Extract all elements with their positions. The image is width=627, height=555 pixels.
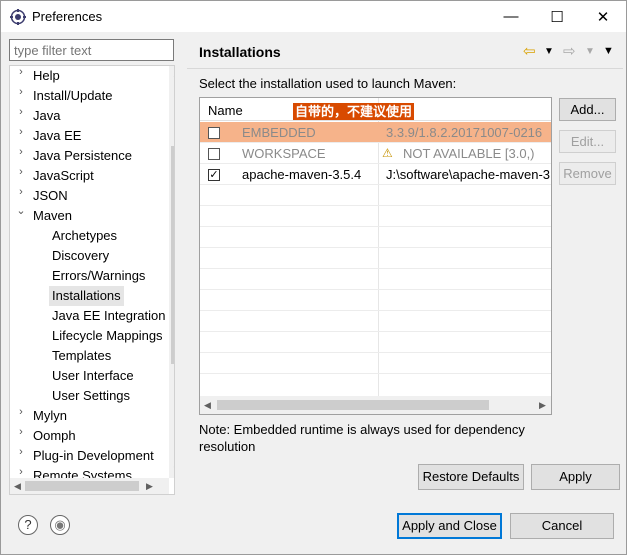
installation-checkbox-checked[interactable]: ✓ [208,169,220,181]
scroll-up-arrow-icon[interactable]: ▲ [172,69,174,79]
tree-horizontal-scrollbar[interactable]: ◀ ▶ [10,478,169,494]
apply-button[interactable]: Apply [531,464,620,490]
tree-vertical-scrollbar[interactable]: ▲ ▼ [169,66,174,478]
expand-arrow-icon[interactable]: › [14,406,28,426]
annotation-label: 自带的，不建议使用 [293,103,415,120]
tree-item-mylyn[interactable]: Mylyn [33,406,67,426]
preferences-tree: › Help › Install/Update › Java › Java EE… [9,65,175,495]
installation-name: WORKSPACE [242,146,326,161]
table-row [200,248,551,269]
tree-item-install-update[interactable]: Install/Update [33,86,113,106]
help-icon[interactable]: ? [18,515,38,535]
add-button[interactable]: Add... [559,98,616,121]
tree-item-oomph[interactable]: Oomph [33,426,76,446]
tree-item-plug-in-development[interactable]: Plug-in Development [33,446,154,466]
tree-vertical-scroll-thumb[interactable] [171,146,174,364]
tree-item-user-interface[interactable]: User Interface [52,366,134,386]
tree-item-archetypes[interactable]: Archetypes [52,226,117,246]
table-row [200,332,551,353]
expand-arrow-icon[interactable]: › [14,166,28,186]
tree-item-java[interactable]: Java [33,106,60,126]
expand-arrow-icon[interactable]: › [14,106,28,126]
table-row-workspace[interactable]: WORKSPACE ⚠ NOT AVAILABLE [3.0,) [200,143,551,164]
apply-and-close-button[interactable]: Apply and Close [397,513,502,539]
tree-item-maven[interactable]: Maven [33,206,72,226]
view-menu-icon[interactable]: ▼ [603,45,614,57]
table-row [200,185,551,206]
import-export-icon[interactable]: ◉ [50,515,70,535]
column-header-name[interactable]: Name [208,103,243,118]
embedded-runtime-note: Note: Embedded runtime is always used fo… [199,422,525,454]
scroll-left-arrow-icon[interactable]: ◀ [14,481,21,492]
table-row [200,269,551,290]
installation-path: NOT AVAILABLE [3.0,) [403,146,535,161]
installations-table: Name EMBEDDED 3.3.9/1.8.2.20171007-0216 … [199,97,552,415]
expand-arrow-icon[interactable]: › [14,446,28,466]
collapse-arrow-icon[interactable]: ⌄ [14,204,28,224]
title-bar: Preferences — ☐ ✕ [1,1,626,32]
tree-item-user-settings[interactable]: User Settings [52,386,130,406]
tree-item-java-ee[interactable]: Java EE [33,126,81,146]
installation-name: EMBEDDED [242,125,316,140]
installation-name: apache-maven-3.5.4 [242,167,362,182]
back-dropdown-icon[interactable]: ▼ [544,46,554,57]
page-header: Installations ⇦ ▼ ⇨ ▼ ▼ [187,37,623,69]
table-horizontal-scrollbar[interactable]: ◀ ▶ [200,396,551,414]
warning-icon: ⚠ [382,146,393,160]
tree-item-errors-warnings[interactable]: Errors/Warnings [52,266,145,286]
page-title: Installations [199,44,281,60]
table-row [200,290,551,311]
tree-item-discovery[interactable]: Discovery [52,246,109,266]
restore-defaults-button[interactable]: Restore Defaults [418,464,524,490]
tree-item-templates[interactable]: Templates [52,346,111,366]
forward-dropdown-icon[interactable]: ▼ [585,46,595,57]
minimize-button[interactable]: — [488,1,534,32]
table-row [200,311,551,332]
scroll-right-arrow-icon[interactable]: ▶ [539,400,546,411]
tree-item-javascript[interactable]: JavaScript [33,166,94,186]
table-row-embedded[interactable]: EMBEDDED 3.3.9/1.8.2.20171007-0216 [200,122,551,143]
maximize-button[interactable]: ☐ [534,1,580,32]
edit-button[interactable]: Edit... [559,130,616,153]
installation-checkbox[interactable] [208,127,220,139]
eclipse-app-icon [10,9,26,25]
scroll-left-arrow-icon[interactable]: ◀ [204,400,211,411]
table-row [200,227,551,248]
remove-button[interactable]: Remove [559,162,616,185]
tree-item-help[interactable]: Help [33,66,60,86]
table-horizontal-scroll-thumb[interactable] [217,400,489,410]
close-button[interactable]: ✕ [580,1,626,32]
tree-item-java-persistence[interactable]: Java Persistence [33,146,132,166]
expand-arrow-icon[interactable]: › [14,86,28,106]
expand-arrow-icon[interactable]: › [14,146,28,166]
table-row [200,353,551,374]
expand-arrow-icon[interactable]: › [14,186,28,206]
table-row [200,206,551,227]
expand-arrow-icon[interactable]: › [14,426,28,446]
tree-item-installations[interactable]: Installations [49,286,124,306]
back-arrow-icon[interactable]: ⇦ [523,42,536,60]
filter-input[interactable] [9,39,174,61]
installation-checkbox[interactable] [208,148,220,160]
tree-item-json[interactable]: JSON [33,186,68,206]
installation-path: 3.3.9/1.8.2.20171007-0216 [386,125,543,140]
window-title: Preferences [32,9,103,24]
table-row-apache-maven[interactable]: ✓ apache-maven-3.5.4 J:\software\apache-… [200,164,551,185]
scroll-right-arrow-icon[interactable]: ▶ [146,481,153,492]
cancel-button[interactable]: Cancel [510,513,614,539]
installation-path: J:\software\apache-maven-3 [386,167,551,182]
tree-item-lifecycle-mappings[interactable]: Lifecycle Mappings [52,326,163,346]
tree-horizontal-scroll-thumb[interactable] [25,481,139,491]
forward-arrow-icon[interactable]: ⇨ [563,42,576,60]
scroll-down-arrow-icon[interactable]: ▼ [172,464,174,474]
page-description: Select the installation used to launch M… [199,76,457,91]
preferences-window: Preferences — ☐ ✕ › Help › Install/Updat… [0,0,627,555]
expand-arrow-icon[interactable]: › [14,66,28,86]
expand-arrow-icon[interactable]: › [14,126,28,146]
tree-item-java-ee-integration[interactable]: Java EE Integration [52,306,165,326]
